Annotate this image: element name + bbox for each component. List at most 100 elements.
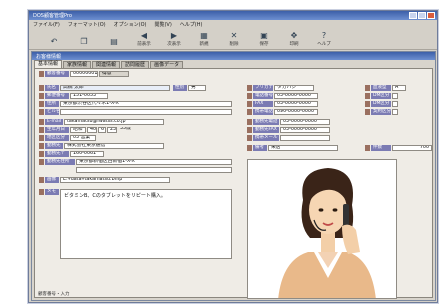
marker [39, 93, 44, 99]
marker [365, 109, 370, 115]
work-fax-label: 勤務先FAX [253, 127, 279, 133]
prev-button[interactable]: ◀ 前表示 [129, 31, 159, 47]
undo-icon: ↶ [50, 37, 58, 46]
close-button[interactable] [427, 12, 435, 19]
menubar: ファイル(F) フォーマット(O) オプション(O) 閲覧(V) ヘルプ(H) [29, 20, 437, 28]
marker [247, 127, 252, 133]
marker [365, 93, 370, 99]
birth-year-field[interactable]: 40 [87, 127, 97, 133]
address2-field[interactable] [60, 109, 232, 115]
copy-icon: ❐ [80, 37, 88, 46]
customer-title: お客様情報 [36, 53, 62, 60]
dm2-checkbox[interactable] [392, 101, 398, 107]
customer-window: お客様情報 基本情報 家族情報 関連情報 訪問履歴 画像データ 顧客番号 000… [31, 51, 436, 301]
new-button[interactable]: ▦ 新規 [189, 31, 219, 47]
marker [247, 119, 252, 125]
customer-no-label: 顧客番号 [45, 71, 69, 77]
marker [39, 71, 44, 77]
mobile-mail-field[interactable] [280, 135, 330, 141]
delete-button[interactable]: ✕ 削除 [219, 31, 249, 47]
customer-no-suffix: 得意 [99, 71, 129, 77]
dm-checkbox[interactable] [392, 93, 398, 99]
customer-titlebar: お客様情報 [32, 52, 435, 60]
contract-label: 契約区分 [371, 109, 391, 115]
prev-icon: ◀ [140, 31, 148, 40]
app-window: DOS顧客管理Pro ファイル(F) フォーマット(O) オプション(O) 閲覧… [28, 10, 438, 303]
menu-format[interactable]: フォーマット(O) [68, 21, 106, 28]
woman-on-phone-image [248, 160, 396, 298]
print-icon: ✥ [290, 31, 298, 40]
birth-month-field[interactable]: 6 [98, 127, 106, 133]
marker [365, 85, 370, 91]
dm2-label: DM区分 [371, 101, 391, 107]
marker [39, 109, 44, 115]
next-button[interactable]: ▶ 次表示 [159, 31, 189, 47]
undo-button[interactable]: ↶ [39, 37, 69, 47]
birth-day-field[interactable]: 23 [107, 127, 117, 133]
fax-field[interactable]: 03-0000-0000 [274, 101, 318, 107]
gender-select[interactable]: 男 [188, 85, 206, 91]
delete-icon: ✕ [230, 31, 238, 40]
tab-basic[interactable]: 基本情報 [34, 60, 63, 68]
copy-button[interactable]: ❐ [69, 37, 99, 47]
tab-visits[interactable]: 訪問履歴 [121, 61, 150, 68]
memo-label: メモ [45, 189, 59, 195]
contract-checkbox[interactable] [392, 109, 398, 115]
customer-photo [247, 159, 397, 299]
company-address2-field[interactable] [76, 167, 232, 173]
help-button[interactable]: ? ヘルプ [309, 31, 339, 47]
company-field[interactable]: 株式会社東京通信 [64, 143, 164, 149]
company-address-field[interactable]: 東京都新宿区西新宿1-X-X [76, 159, 232, 165]
minimize-button[interactable] [409, 12, 417, 19]
dm-label: DM区分 [371, 93, 391, 99]
menu-file[interactable]: ファイル(F) [33, 21, 60, 28]
menu-view[interactable]: 閲覧(V) [154, 21, 171, 28]
window-controls [409, 12, 437, 19]
paste-icon: ▤ [110, 37, 118, 46]
customer-no-field[interactable]: 00000001 [70, 71, 98, 77]
birth-era-select[interactable]: 昭和 [70, 127, 86, 133]
kana-label: フリガナ [253, 85, 273, 91]
name-field[interactable]: 高橋 太郎 [60, 85, 170, 91]
menu-option[interactable]: オプション(O) [114, 21, 147, 28]
mobile-field[interactable]: 090-0000-0000 [274, 109, 318, 115]
marker [39, 119, 44, 125]
work-tel-label: 勤務先電話 [253, 119, 279, 125]
print-button[interactable]: ✥ 印刷 [279, 31, 309, 47]
district-select[interactable]: 03 営業 [70, 135, 96, 141]
email-field[interactable]: takamatsu@fwatss.co.jp [64, 119, 164, 125]
company-label: 勤務先 [45, 143, 63, 149]
postal-field[interactable]: 151-0053 [70, 93, 108, 99]
marker [365, 145, 370, 151]
mobile-label: 携帯電話 [253, 109, 273, 115]
save-button[interactable]: ▣ 保存 [249, 31, 279, 47]
company-postal-field[interactable]: 160-0061 [70, 151, 104, 157]
status-field[interactable]: 来店 [268, 145, 338, 151]
save-icon: ▣ [260, 31, 268, 40]
marker [39, 151, 44, 157]
toolbar: ↶ ❐ ▤ ◀ 前表示 ▶ 次表示 ▦ 新規 ✕ 削除 ▣ 保存 ✥ 印刷 ? ヘルプ [29, 28, 437, 50]
tel-label: 電話番号 [253, 93, 273, 99]
next-icon: ▶ [170, 31, 178, 40]
tab-related[interactable]: 関連情報 [92, 61, 121, 68]
app-title: DOS顧客管理Pro [33, 13, 72, 19]
image-path-field[interactable]: E:¥data¥takamatsu.bmp [60, 177, 170, 183]
status-bar: 顧客番号・入力 [38, 292, 70, 297]
address1-field[interactable]: 東京都渋谷区代々木1-X-X [60, 101, 232, 107]
email-label: E-mail [45, 119, 63, 125]
marker [39, 135, 44, 141]
count-field[interactable]: 700 [392, 145, 432, 151]
memo-field[interactable]: ビタミンB、Cのタブレットをリピート購入。 [60, 189, 232, 259]
tab-images[interactable]: 画像データ [150, 61, 184, 68]
menu-help[interactable]: ヘルプ(H) [180, 21, 203, 28]
maximize-button[interactable] [418, 12, 426, 19]
tel-field[interactable]: 03-0000-0000 [274, 93, 318, 99]
kana-field[interactable]: タカハシ [274, 85, 314, 91]
work-fax-field[interactable]: 03-0000-0000 [280, 127, 330, 133]
image-label: 画像 [45, 177, 59, 183]
work-tel-field[interactable]: 03-0000-0000 [280, 119, 330, 125]
mobile-mail-label: 携帯メール [253, 135, 279, 141]
tab-family[interactable]: 家族情報 [63, 61, 92, 68]
paste-button[interactable]: ▤ [99, 37, 129, 47]
blood-select[interactable]: A [392, 85, 406, 91]
